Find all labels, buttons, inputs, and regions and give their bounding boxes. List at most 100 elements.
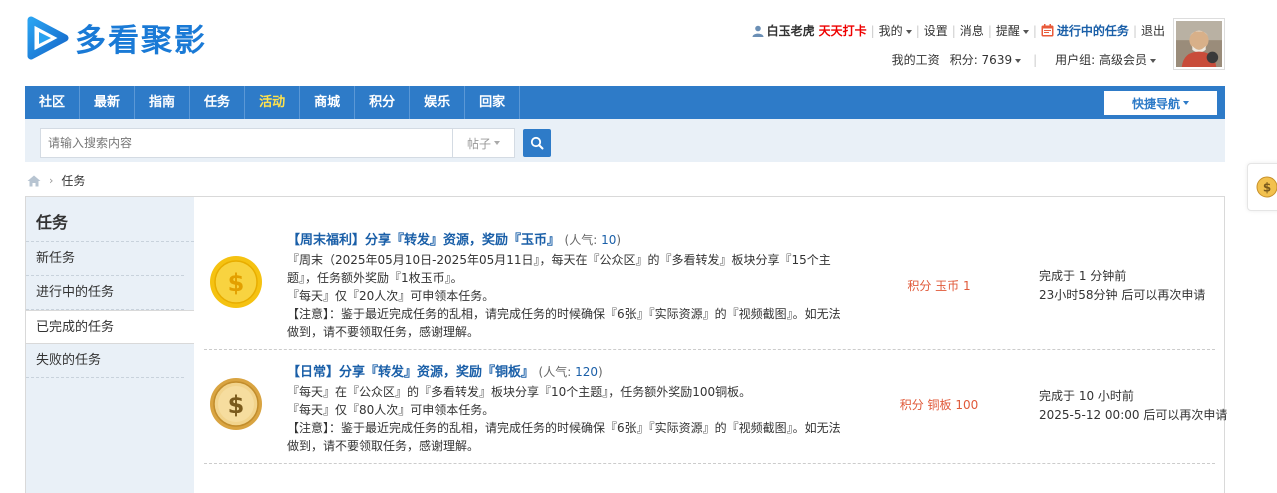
sidebar-item-failed[interactable]: 失败的任务	[26, 344, 184, 378]
points-menu[interactable]: 积分: 7639	[949, 51, 1022, 68]
floating-coin-button[interactable]: $	[1247, 163, 1277, 211]
play-logo-icon	[27, 16, 69, 59]
task-title: 【周末福利】分享『转发』资源，奖励『玉币』	[287, 233, 561, 248]
popularity-label: (人气:	[538, 365, 576, 379]
sidebar-title: 任务	[26, 197, 194, 242]
task-row: $ 【周末福利】分享『转发』资源，奖励『玉币』 (人气: 10) 『周末（202…	[204, 215, 1215, 350]
task-reward: 积分 铜板 100	[899, 398, 979, 412]
popularity-label: (人气:	[564, 233, 602, 247]
avatar[interactable]	[1173, 18, 1225, 70]
home-icon[interactable]	[27, 175, 41, 187]
divider: |	[915, 23, 920, 38]
search-bar: 帖子	[25, 119, 1225, 162]
task-sidebar: 任务 新任务 进行中的任务 已完成的任务 失败的任务	[26, 197, 194, 493]
main-nav: 社区 最新 指南 任务 活动 商城 积分 娱乐 回家 快捷导航	[25, 86, 1225, 119]
sidebar-item-in-progress[interactable]: 进行中的任务	[26, 276, 184, 310]
caret-down-icon	[1183, 101, 1189, 105]
task-line: 【注意】：鉴于最近完成任务的乱相，请完成任务的时候确保『6张』『实际资源』的『视…	[287, 421, 841, 453]
nav-item-guide[interactable]: 指南	[135, 86, 191, 119]
reminders-label: 提醒	[995, 24, 1020, 38]
nav-item-community[interactable]: 社区	[25, 86, 81, 119]
divider: |	[1132, 23, 1137, 38]
user-stats-bar: 我的工资 积分: 7639 | 用户组: 高级会员	[882, 51, 1156, 68]
logo-text: 多看聚影	[75, 23, 207, 59]
divider: |	[1033, 52, 1038, 67]
breadcrumb-separator-icon: ›	[49, 174, 54, 187]
task-row: $ 【日常】分享『转发』资源，奖励『铜板』 (人气: 120) 『每天』在『公众…	[204, 350, 1227, 464]
user-icon	[752, 25, 764, 37]
gold-coin-icon: $	[210, 256, 262, 308]
task-description: 【周末福利】分享『转发』资源，奖励『玉币』 (人气: 10) 『周末（2025年…	[287, 230, 847, 341]
task-popularity: (人气: 10)	[565, 233, 622, 247]
salary-link[interactable]: 我的工资	[892, 51, 940, 68]
user-bar: 白玉老虎 天天打卡 | 我的 | 设置 | 消息 | 提醒 | 进行中的任务 |…	[752, 22, 1165, 39]
nav-item-points[interactable]: 积分	[355, 86, 411, 119]
avatar-photo-icon	[1176, 21, 1222, 67]
mine-label: 我的	[878, 24, 903, 38]
task-title: 【日常】分享『转发』资源，奖励『铜板』	[287, 365, 535, 380]
tasks-in-progress-link[interactable]: 进行中的任务	[1057, 22, 1129, 39]
caret-down-icon	[1150, 58, 1156, 63]
caret-down-icon	[1015, 58, 1022, 63]
task-reward: 积分 玉币 1	[907, 279, 971, 293]
task-status: 完成于 10 小时前 2025-5-12 00:00 后可以再次申请	[1039, 387, 1227, 425]
task-line: 【注意】：鉴于最近完成任务的乱相，请完成任务的时候确保『6张』『实际资源』的『视…	[287, 307, 841, 339]
messages-link[interactable]: 消息	[960, 22, 984, 39]
task-title-link[interactable]: 【日常】分享『转发』资源，奖励『铜板』 (人气: 120)	[287, 362, 847, 383]
svg-text:$: $	[228, 269, 245, 297]
user-group-menu[interactable]: 用户组: 高级会员	[1055, 51, 1156, 68]
task-title-link[interactable]: 【周末福利】分享『转发』资源，奖励『玉币』 (人气: 10)	[287, 230, 847, 251]
divider: |	[987, 23, 992, 38]
logout-link[interactable]: 退出	[1141, 22, 1165, 39]
breadcrumb: › 任务	[27, 172, 85, 189]
nav-item-events[interactable]: 活动	[245, 86, 301, 119]
quick-nav-label: 快捷导航	[1131, 96, 1180, 111]
username-link[interactable]: 白玉老虎	[767, 22, 815, 39]
task-line: 『每天』仅『20人次』可申领本任务。	[287, 289, 495, 303]
popularity-value: 120	[575, 365, 598, 379]
task-list: $ 【周末福利】分享『转发』资源，奖励『玉币』 (人气: 10) 『周末（202…	[204, 215, 1227, 464]
settings-link[interactable]: 设置	[924, 22, 948, 39]
checkin-link[interactable]: 天天打卡	[819, 22, 867, 39]
task-popularity: (人气: 120)	[539, 365, 603, 379]
quick-nav-button[interactable]: 快捷导航	[1104, 91, 1217, 115]
calendar-icon	[1041, 24, 1054, 37]
popularity-end: )	[616, 233, 622, 247]
user-group-label: 用户组: 高级会员	[1055, 53, 1147, 67]
sidebar-item-completed[interactable]: 已完成的任务	[26, 310, 194, 344]
nav-item-home[interactable]: 回家	[465, 86, 521, 119]
search-icon	[530, 136, 544, 150]
search-input[interactable]	[40, 128, 453, 158]
task-reapply-time: 23小时58分钟 后可以再次申请	[1039, 288, 1206, 302]
nav-item-tasks[interactable]: 任务	[190, 86, 246, 119]
divider: |	[870, 23, 875, 38]
sidebar-item-new-tasks[interactable]: 新任务	[26, 242, 184, 276]
caret-down-icon	[494, 141, 500, 145]
caret-down-icon	[1022, 29, 1029, 34]
svg-text:$: $	[1263, 181, 1271, 195]
points-label: 积分: 7639	[949, 53, 1013, 67]
task-description: 【日常】分享『转发』资源，奖励『铜板』 (人气: 120) 『每天』在『公众区』…	[287, 362, 847, 455]
search-button[interactable]	[523, 129, 551, 157]
mine-menu[interactable]: 我的	[879, 22, 912, 39]
nav-item-shop[interactable]: 商城	[300, 86, 356, 119]
main-panel: 任务 新任务 进行中的任务 已完成的任务 失败的任务 $ 【周末福利】分享『转发…	[25, 196, 1227, 493]
site-logo[interactable]: 多看聚影	[25, 15, 207, 60]
svg-text:$: $	[228, 391, 245, 419]
caret-down-icon	[905, 29, 912, 34]
copper-coin-icon: $	[210, 378, 262, 430]
task-line: 『周末（2025年05月10日-2025年05月11日』，每天在『公众区』的『多…	[287, 253, 831, 285]
task-line: 『每天』仅『80人次』可申领本任务。	[287, 403, 495, 417]
task-completed-time: 完成于 10 小时前	[1039, 389, 1134, 403]
popularity-value: 10	[601, 233, 617, 247]
task-status: 完成于 1 分钟前 23小时58分钟 后可以再次申请	[1039, 267, 1205, 305]
breadcrumb-current[interactable]: 任务	[61, 172, 85, 189]
nav-item-entertainment[interactable]: 娱乐	[410, 86, 466, 119]
divider: |	[951, 23, 956, 38]
reminders-menu[interactable]: 提醒	[996, 22, 1029, 39]
search-type-select[interactable]: 帖子	[453, 128, 515, 158]
nav-item-latest[interactable]: 最新	[80, 86, 136, 119]
popularity-end: )	[598, 365, 603, 379]
task-completed-time: 完成于 1 分钟前	[1039, 269, 1127, 283]
coin-icon: $	[1256, 176, 1277, 198]
